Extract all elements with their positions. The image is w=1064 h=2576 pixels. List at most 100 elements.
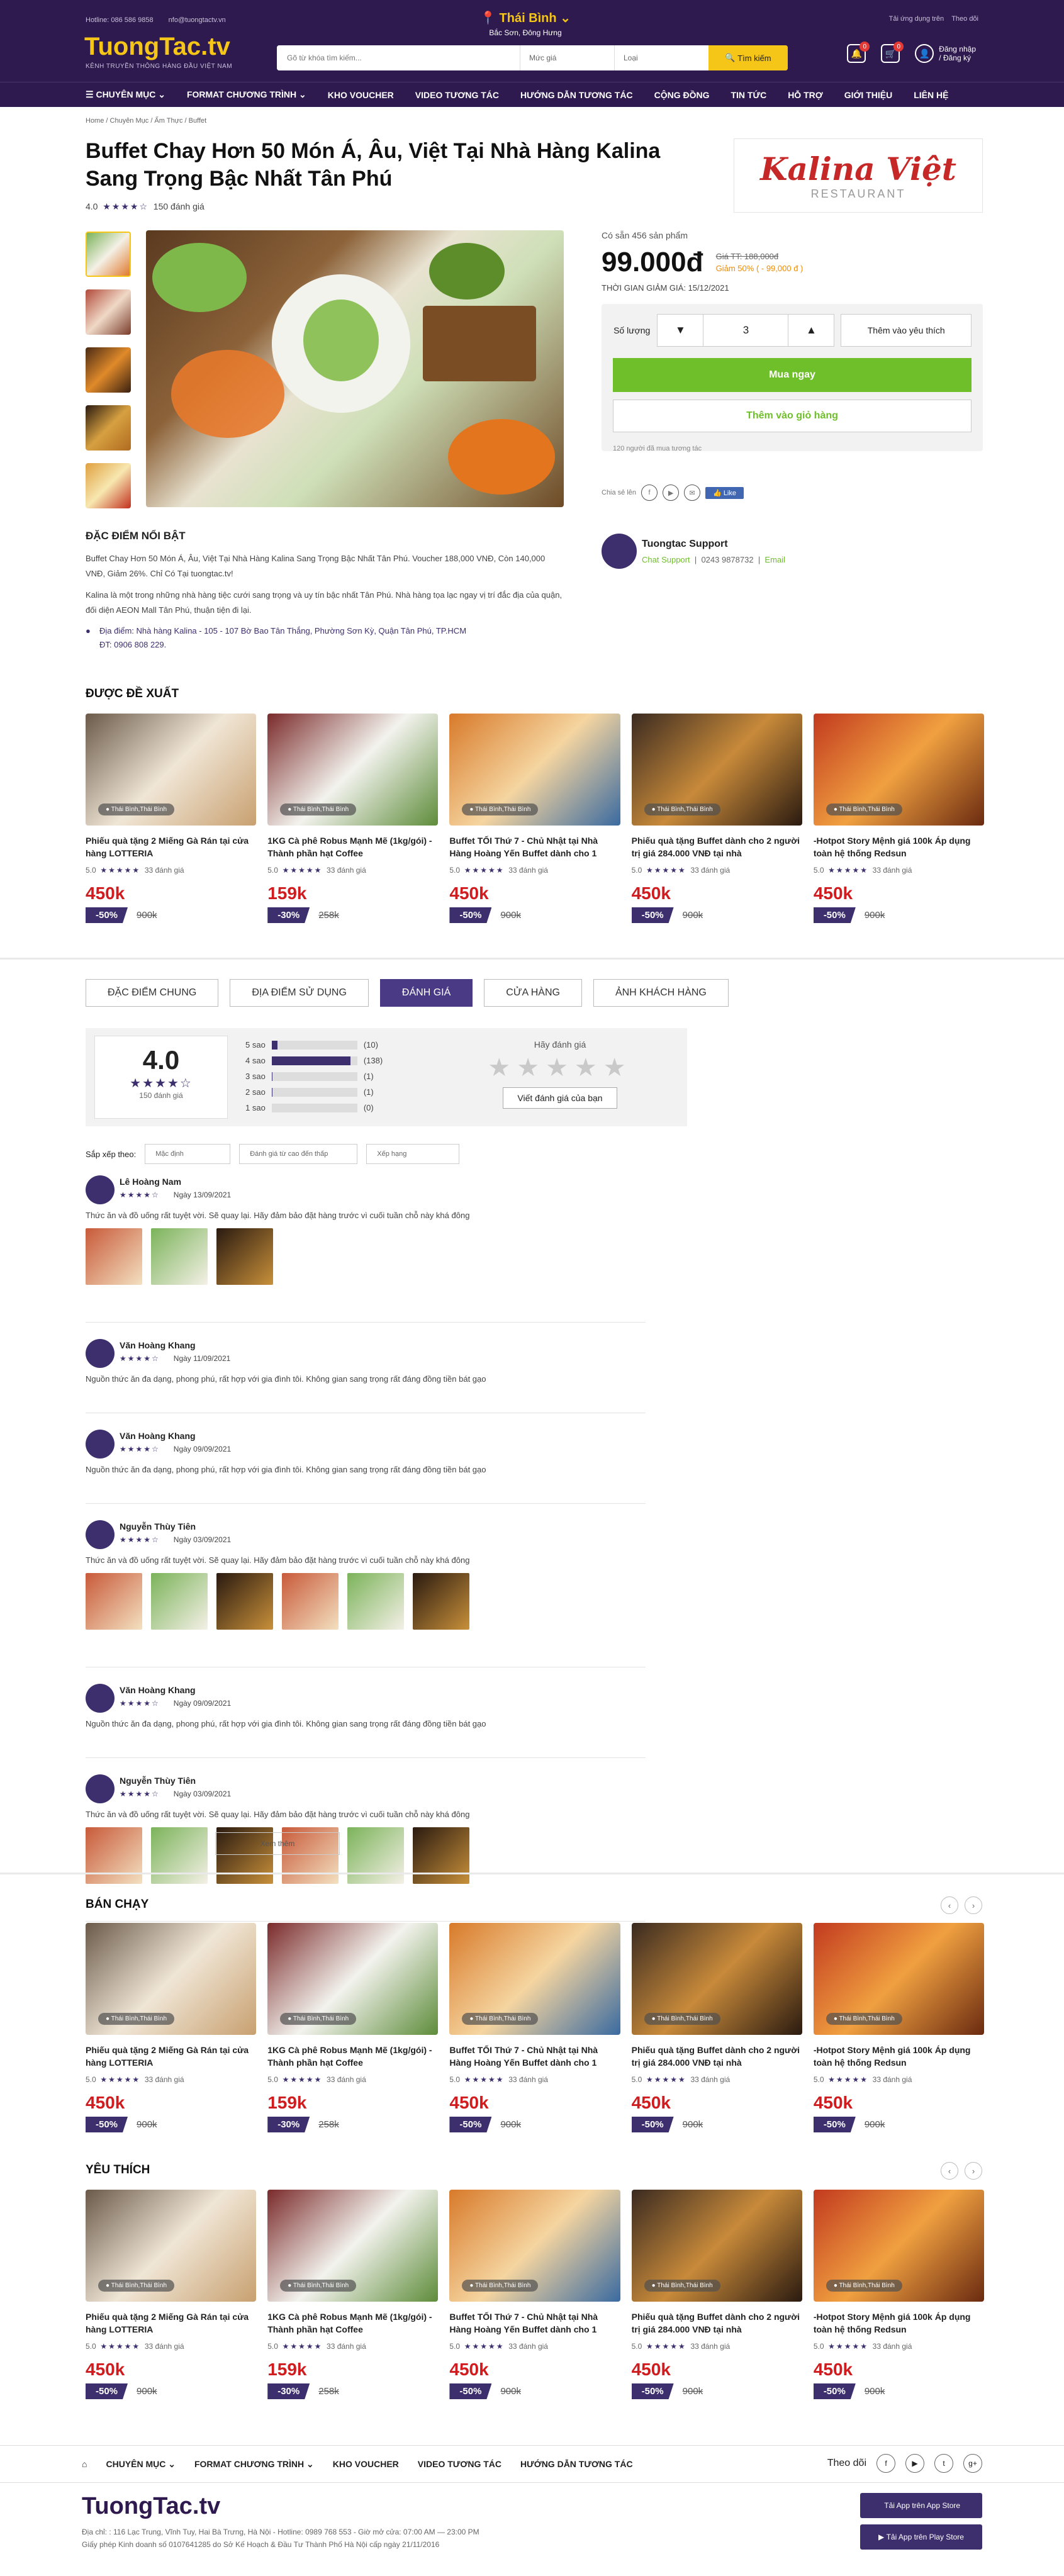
tab-general[interactable]: ĐẶC ĐIỂM CHUNG <box>86 979 219 1007</box>
brand-logo[interactable]: Kalina Việt RESTAURANT <box>734 138 983 213</box>
product-card[interactable]: ● Thái Bình,Thái Bình Buffet TỐI Thứ 7 -… <box>449 714 620 923</box>
app-link[interactable]: Tải ứng dụng trên <box>889 15 944 23</box>
product-card[interactable]: ● Thái Bình,Thái Bình Phiếu quà tặng Buf… <box>631 1923 802 2132</box>
email-link[interactable]: Email <box>764 555 785 564</box>
buy-now-button[interactable]: Mua ngay <box>613 358 972 392</box>
nav-item-video[interactable]: VIDEO TƯƠNG TÁC <box>415 90 499 100</box>
card-image[interactable]: ● Thái Bình,Thái Bình <box>267 714 439 826</box>
footer-nav-item[interactable]: CHUYÊN MỤC ⌄ <box>106 2459 176 2470</box>
add-to-cart-button[interactable]: Thêm vào giỏ hàng <box>613 400 972 432</box>
product-card[interactable]: ● Thái Bình,Thái Bình 1KG Cà phê Robus M… <box>267 714 439 923</box>
nav-item-guide[interactable]: HƯỚNG DẪN TƯƠNG TÁC <box>520 90 633 100</box>
card-image[interactable]: ● Thái Bình,Thái Bình <box>449 2190 620 2302</box>
product-main-image[interactable] <box>146 230 564 507</box>
footer-logo[interactable]: TuongTac.tv <box>82 2493 220 2520</box>
thumbnail[interactable] <box>86 289 131 335</box>
search-button[interactable]: 🔍 Tìm kiếm <box>708 45 788 70</box>
twitter-icon[interactable]: t <box>934 2454 953 2473</box>
footer-nav-item[interactable]: VIDEO TƯƠNG TÁC <box>418 2459 501 2469</box>
card-image[interactable]: ● Thái Bình,Thái Bình <box>631 2190 802 2302</box>
review-photo[interactable] <box>413 1573 469 1630</box>
thumbnail[interactable] <box>86 405 131 451</box>
review-count[interactable]: 150 đánh giá <box>154 201 204 211</box>
product-card[interactable]: ● Thái Bình,Thái Bình 1KG Cà phê Robus M… <box>267 1923 439 2132</box>
home-icon[interactable]: ⌂ <box>82 2459 87 2469</box>
footer-nav-item[interactable]: HƯỚNG DẪN TƯƠNG TÁC <box>520 2459 633 2469</box>
price-select[interactable]: Mức giá <box>520 45 614 70</box>
chevron-down-icon[interactable]: ▼ <box>658 315 703 346</box>
sort-default-select[interactable]: Mặc định <box>145 1144 231 1164</box>
card-image[interactable]: ● Thái Bình,Thái Bình <box>631 714 802 826</box>
review-photo[interactable] <box>86 1573 142 1630</box>
quantity-value[interactable]: 3 <box>703 315 789 346</box>
site-logo[interactable]: TuongTac.tv <box>84 33 230 61</box>
card-image[interactable]: ● Thái Bình,Thái Bình <box>86 1923 257 2035</box>
youtube-icon[interactable]: ▶ <box>905 2454 924 2473</box>
youtube-icon[interactable]: ▶ <box>663 484 680 501</box>
chevron-left-icon[interactable]: ‹ <box>941 2162 958 2180</box>
card-title[interactable]: Buffet TỐI Thứ 7 - Chủ Nhật tại Nhà Hàng… <box>449 2044 620 2069</box>
nav-item-category[interactable]: ☰ CHUYÊN MỤC ⌄ <box>86 89 165 100</box>
thumbnail[interactable] <box>86 232 131 277</box>
type-select[interactable]: Loại <box>614 45 708 70</box>
user-account[interactable]: 👤 Đăng nhập / Đăng ký <box>915 44 976 63</box>
facebook-icon[interactable]: f <box>876 2454 895 2473</box>
phone-text[interactable]: ĐT: 0906 808 229. <box>99 638 564 652</box>
bell-icon[interactable]: 🔔 0 <box>847 42 870 63</box>
footer-nav-item[interactable]: KHO VOUCHER <box>333 2459 399 2469</box>
card-title[interactable]: 1KG Cà phê Robus Mạnh Mẽ (1kg/gói) - Thà… <box>267 2310 438 2336</box>
nav-item-format[interactable]: FORMAT CHƯƠNG TRÌNH ⌄ <box>187 89 306 100</box>
card-image[interactable]: ● Thái Bình,Thái Bình <box>449 714 620 826</box>
thumbnail[interactable] <box>86 347 131 393</box>
card-title[interactable]: -Hotpot Story Mệnh giá 100k Áp dụng toàn… <box>814 2044 984 2069</box>
review-photo[interactable] <box>347 1573 404 1630</box>
review-photo[interactable] <box>216 1228 273 1285</box>
google-plus-icon[interactable]: g+ <box>963 2454 982 2473</box>
review-photo[interactable] <box>86 1228 142 1285</box>
load-more-button[interactable]: Xem thêm <box>215 1832 340 1855</box>
card-title[interactable]: Buffet TỐI Thứ 7 - Chủ Nhật tại Nhà Hàng… <box>449 2310 620 2336</box>
review-photo[interactable] <box>151 1228 208 1285</box>
footer-nav-item[interactable]: FORMAT CHƯƠNG TRÌNH ⌄ <box>194 2459 314 2470</box>
review-photo[interactable] <box>282 1573 339 1630</box>
review-photo[interactable] <box>86 1827 142 1884</box>
card-title[interactable]: Phiếu quà tặng Buffet dành cho 2 người t… <box>632 2044 802 2069</box>
facebook-icon[interactable]: f <box>641 484 658 501</box>
card-title[interactable]: -Hotpot Story Mệnh giá 100k Áp dụng toàn… <box>814 2310 984 2336</box>
search-input[interactable] <box>277 45 520 70</box>
card-image[interactable]: ● Thái Bình,Thái Bình <box>813 2190 985 2302</box>
login-link[interactable]: Đăng nhập <box>939 45 976 53</box>
play-store-button[interactable]: ▶ Tải App trên Play Store <box>860 2524 982 2550</box>
register-link[interactable]: / Đăng ký <box>939 53 976 62</box>
product-card[interactable]: ● Thái Bình,Thái Bình Phiếu quà tặng Buf… <box>631 2190 802 2399</box>
support-phone[interactable]: 0243 9878732 <box>701 555 753 564</box>
product-card[interactable]: ● Thái Bình,Thái Bình 1KG Cà phê Robus M… <box>267 2190 439 2399</box>
card-image[interactable]: ● Thái Bình,Thái Bình <box>449 1923 620 2035</box>
location-selector[interactable]: 📍 Thái Bình ⌄ Bắc Sơn, Đông Hưng <box>478 10 573 37</box>
wishlist-button[interactable]: Thêm vào yêu thích <box>841 314 972 347</box>
product-card[interactable]: ● Thái Bình,Thái Bình -Hotpot Story Mệnh… <box>813 714 985 923</box>
review-photo[interactable] <box>347 1827 404 1884</box>
app-store-button[interactable]: Tải App trên App Store <box>860 2493 982 2518</box>
write-review-button[interactable]: Viết đánh giá của bạn <box>503 1087 617 1109</box>
email-link[interactable]: nfo@tuongtactv.vn <box>169 16 226 24</box>
product-card[interactable]: ● Thái Bình,Thái Bình Phiếu quà tặng 2 M… <box>86 1923 257 2132</box>
product-card[interactable]: ● Thái Bình,Thái Bình Phiếu quà tặng Buf… <box>631 714 802 923</box>
review-photo[interactable] <box>216 1573 273 1630</box>
card-image[interactable]: ● Thái Bình,Thái Bình <box>267 1923 439 2035</box>
cart-icon[interactable]: 🛒 0 <box>881 42 904 63</box>
product-card[interactable]: ● Thái Bình,Thái Bình Phiếu quà tặng 2 M… <box>86 2190 257 2399</box>
nav-item-voucher[interactable]: KHO VOUCHER <box>328 90 394 100</box>
card-image[interactable]: ● Thái Bình,Thái Bình <box>813 1923 985 2035</box>
review-photo[interactable] <box>413 1827 469 1884</box>
card-title[interactable]: Phiếu quà tặng 2 Miếng Gà Rán tại cửa hà… <box>86 834 256 860</box>
thumbnail[interactable] <box>86 463 131 508</box>
tab-store[interactable]: CỬA HÀNG <box>484 979 582 1007</box>
product-card[interactable]: ● Thái Bình,Thái Bình Buffet TỐI Thứ 7 -… <box>449 1923 620 2132</box>
card-image[interactable]: ● Thái Bình,Thái Bình <box>86 2190 257 2302</box>
chevron-right-icon[interactable]: › <box>965 2162 982 2180</box>
nav-item-news[interactable]: TIN TỨC <box>731 90 766 100</box>
nav-item-community[interactable]: CỘNG ĐỒNG <box>654 90 710 100</box>
breadcrumb[interactable]: Home / Chuyên Mục / Ẩm Thực / Buffet <box>86 117 206 125</box>
nav-item-support[interactable]: HỖ TRỢ <box>788 90 823 100</box>
